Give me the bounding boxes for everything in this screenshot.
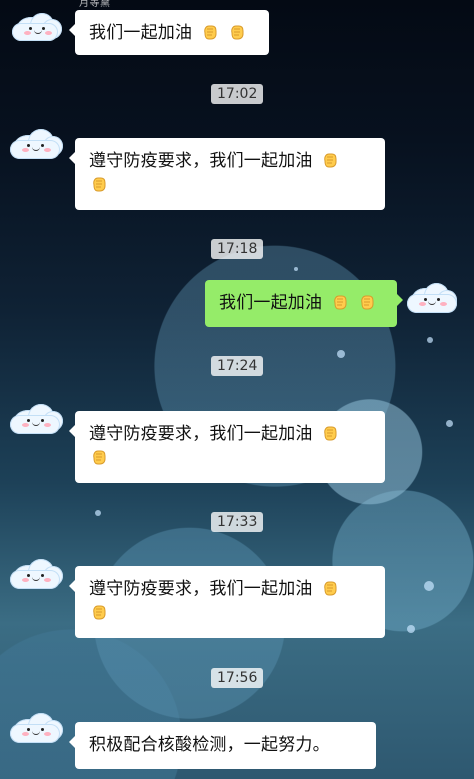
- avatar[interactable]: [8, 7, 66, 53]
- fist-icon: [361, 295, 374, 310]
- avatar[interactable]: [8, 554, 66, 600]
- fist-icon: [324, 581, 337, 596]
- message-text: 积极配合核酸检测，一起努力。: [89, 735, 330, 755]
- message-bubble[interactable]: 遵守防疫要求，我们一起加油: [69, 566, 385, 638]
- message-bubble[interactable]: 遵守防疫要求，我们一起加油: [69, 411, 385, 483]
- timestamp: 17:56: [211, 668, 264, 688]
- cloud-face-icon: [404, 278, 462, 324]
- fist-icon: [204, 25, 217, 40]
- message-bubble[interactable]: 遵守防疫要求，我们一起加油: [69, 138, 385, 210]
- fist-icon: [93, 177, 106, 192]
- fist-icon: [231, 25, 244, 40]
- cloud-face-icon: [8, 399, 66, 445]
- fist-icon: [324, 426, 337, 441]
- message-text: 我们一起加油: [219, 293, 323, 313]
- fist-icon: [334, 295, 347, 310]
- fist-icon: [93, 450, 106, 465]
- timestamp: 17:33: [211, 512, 264, 532]
- avatar[interactable]: [8, 399, 66, 445]
- cloud-face-icon: [8, 7, 66, 53]
- fist-icon: [324, 153, 337, 168]
- fist-icon: [93, 605, 106, 620]
- message-text: 遵守防疫要求，我们一起加油: [89, 424, 313, 444]
- message-text: 遵守防疫要求，我们一起加油: [89, 579, 313, 599]
- message-bubble[interactable]: 积极配合核酸检测，一起努力。: [69, 722, 376, 769]
- cloud-face-icon: [8, 124, 66, 170]
- timestamp: 17:02: [211, 84, 264, 104]
- message-text: 我们一起加油: [89, 23, 193, 43]
- timestamp: 17:18: [211, 239, 264, 259]
- top-label: 月等黛: [79, 0, 111, 9]
- message-bubble[interactable]: 我们一起加油: [205, 280, 403, 327]
- message-text: 遵守防疫要求，我们一起加油: [89, 151, 313, 171]
- avatar[interactable]: [404, 278, 462, 324]
- avatar[interactable]: [8, 124, 66, 170]
- avatar[interactable]: [8, 708, 66, 754]
- message-bubble[interactable]: 我们一起加油: [69, 10, 269, 55]
- cloud-face-icon: [8, 554, 66, 600]
- cloud-face-icon: [8, 708, 66, 754]
- timestamp: 17:24: [211, 356, 264, 376]
